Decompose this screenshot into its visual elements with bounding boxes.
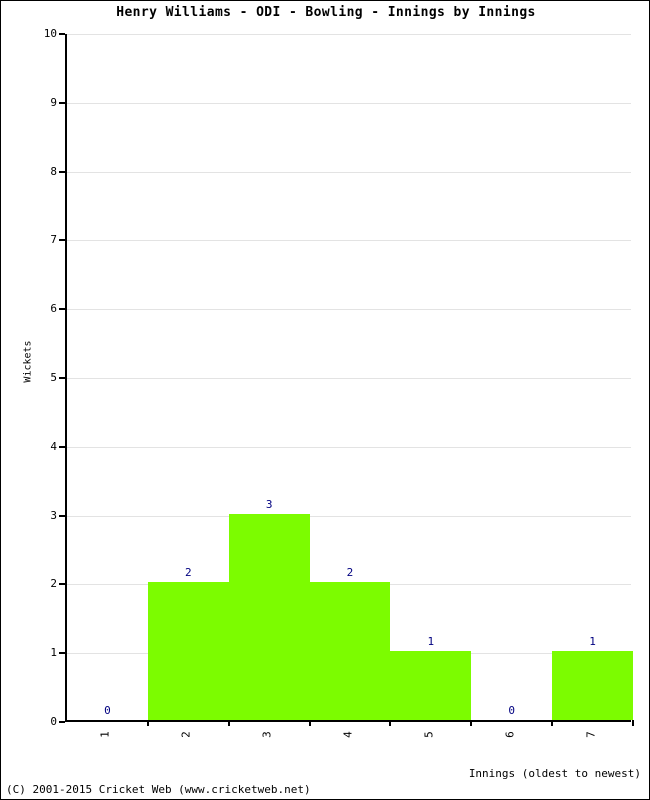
footer-copyright: (C) 2001-2015 Cricket Web (www.cricketwe…	[6, 783, 311, 796]
x-axis-tick-label: 5	[422, 731, 436, 738]
y-axis-tick-label: 4	[50, 439, 57, 453]
bar	[147, 582, 229, 720]
gridline	[67, 240, 631, 242]
bar	[228, 513, 310, 720]
y-axis-tick-label: 3	[50, 508, 57, 522]
y-axis-tick	[59, 101, 65, 104]
x-axis-tick-label: 1	[98, 731, 112, 738]
bar	[552, 651, 633, 720]
y-axis-tick-label: 1	[50, 646, 57, 660]
bar	[309, 582, 391, 720]
bar	[390, 651, 472, 720]
x-axis-tick-label: 2	[179, 731, 193, 738]
bar-value-label: 1	[427, 635, 435, 649]
y-axis-tick	[59, 652, 65, 655]
y-axis-tick	[59, 239, 65, 242]
gridline	[67, 102, 631, 104]
y-axis-tick-label: 2	[50, 577, 57, 591]
gridline	[67, 34, 631, 35]
x-axis-title: Innings (oldest to newest)	[468, 767, 641, 780]
y-axis-tick	[59, 377, 65, 379]
x-axis-tick	[632, 720, 634, 726]
gridline	[67, 378, 631, 379]
bar-value-label: 0	[104, 704, 111, 717]
bar-value-label: 1	[589, 635, 596, 649]
y-axis-tick	[59, 583, 65, 586]
bar-value-label: 3	[265, 497, 273, 511]
y-axis-tick-label: 5	[50, 371, 57, 384]
gridline	[67, 309, 631, 311]
y-axis-tick-label: 9	[50, 95, 57, 109]
x-axis-tick-label: 6	[503, 731, 517, 738]
x-axis-tick-label: 3	[260, 731, 274, 738]
y-axis-tick-label: 10	[43, 27, 57, 40]
x-axis-tick-labels: 1 2 3 4 5 6 7	[65, 724, 631, 750]
bar-value-label: 2	[346, 566, 354, 580]
x-axis-tick-label: 4	[341, 731, 355, 738]
gridline	[67, 171, 631, 173]
y-axis-tick	[59, 170, 65, 173]
y-axis-tick-labels: 0 1 2 3 4 5 6 7 8 9 10	[13, 28, 57, 727]
chart-page: Henry Williams - ODI - Bowling - Innings…	[0, 0, 650, 800]
y-axis-tick	[59, 514, 65, 517]
y-axis-tick-label: 0	[50, 715, 57, 728]
y-axis-tick-label: 6	[50, 302, 57, 316]
y-axis-tick	[59, 33, 65, 35]
y-axis-tick	[59, 308, 65, 311]
x-axis-tick-label: 7	[584, 731, 598, 738]
plot-area: 0 2 3 2 1 0 1	[59, 33, 634, 726]
y-axis-tick-label: 7	[50, 233, 57, 247]
bar-value-label: 0	[508, 704, 516, 717]
y-axis-tick	[59, 445, 65, 448]
y-axis-tick	[59, 721, 65, 723]
gridline	[67, 446, 631, 448]
gridline	[67, 515, 631, 517]
y-axis-tick-label: 8	[50, 164, 57, 178]
bar-value-label: 2	[184, 566, 192, 580]
page-title: Henry Williams - ODI - Bowling - Innings…	[116, 5, 536, 20]
